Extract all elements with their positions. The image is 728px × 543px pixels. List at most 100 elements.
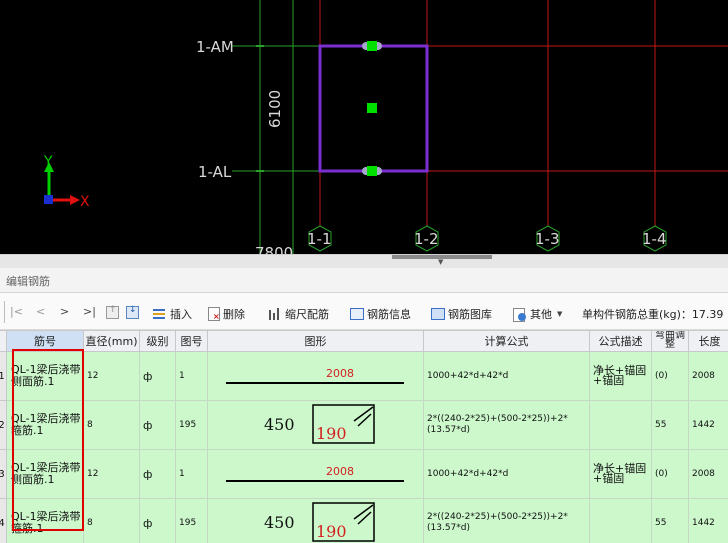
axis-bubble-c4: 1-4 (642, 225, 667, 252)
table-row[interactable]: 1 QL-1梁后浇带侧面筋.1 12 ф 1 2008 1000+42*d+42… (0, 351, 728, 401)
rebar-table: 筋号 直径(mm) 级别 图号 图形 计算公式 公式描述 弯曲调整 长度 1 Q… (0, 330, 728, 543)
cell-desc[interactable]: 净长+锚固+锚固 (589, 351, 652, 401)
cad-drawing-canvas[interactable]: 1-AM 1-AL 6100 7800 1-1 1-2 1-3 1-4 Y X (0, 0, 728, 254)
cell-formula[interactable]: 1000+42*d+42*d (423, 449, 590, 499)
cell-shape[interactable]: 2008 (207, 351, 424, 401)
cell-grade[interactable]: ф (139, 351, 176, 401)
other-label: 其他 (530, 308, 552, 321)
header-desc[interactable]: 公式描述 (589, 330, 652, 352)
highlight-box (12, 349, 84, 531)
delete-icon: × (208, 307, 220, 321)
cell-bend[interactable]: (0) (651, 449, 689, 499)
header-bend-label: 弯曲调整 (655, 331, 685, 350)
cell-shape[interactable]: 2008 (207, 449, 424, 499)
axis-label-am: 1-AM (196, 38, 234, 56)
svg-text:2008: 2008 (326, 367, 354, 380)
cell-shape-no[interactable]: 195 (175, 400, 208, 450)
rebar-library-button[interactable]: 钢筋图库 (431, 306, 492, 322)
cell-grade[interactable]: ф (139, 449, 176, 499)
nav-first-button[interactable]: |< (10, 305, 23, 318)
move-down-button[interactable]: ↓ (126, 305, 142, 319)
other-gear-icon (513, 307, 527, 322)
move-up-button[interactable]: ↑ (106, 305, 122, 319)
rebar-library-label: 钢筋图库 (448, 308, 492, 321)
cell-formula[interactable]: 1000+42*d+42*d (423, 351, 590, 401)
rebar-info-label: 钢筋信息 (367, 308, 411, 321)
other-menu-button[interactable]: 其他 ▼ (513, 306, 562, 322)
cell-shape-no[interactable]: 1 (175, 351, 208, 401)
svg-text:190: 190 (316, 424, 347, 443)
cell-bend[interactable]: 55 (651, 400, 689, 450)
ucs-icon: Y X (43, 154, 90, 210)
insert-label: 插入 (170, 308, 192, 321)
cell-length[interactable]: 2008 (688, 449, 728, 499)
header-shape[interactable]: 图形 (207, 330, 424, 352)
splitter-arrow-icon[interactable]: ▼ (438, 258, 443, 266)
cell-diameter[interactable]: 8 (83, 400, 140, 450)
nav-last-button[interactable]: >| (83, 305, 96, 318)
rebar-grid: 筋号 直径(mm) 级别 图号 图形 计算公式 公式描述 弯曲调整 长度 1 Q… (0, 330, 728, 543)
cell-bend[interactable]: 55 (651, 498, 689, 543)
cell-shape-no[interactable]: 1 (175, 449, 208, 499)
cell-shape[interactable]: 450 190 (207, 498, 424, 543)
cell-bend[interactable]: (0) (651, 351, 689, 401)
svg-text:Y: Y (43, 154, 53, 170)
grip-top (367, 41, 377, 51)
cell-desc[interactable]: 净长+锚固+锚固 (589, 449, 652, 499)
panel-splitter[interactable]: ▼ (0, 254, 728, 269)
header-diameter[interactable]: 直径(mm) (83, 330, 140, 352)
cad-drawing-svg: 1-AM 1-AL 6100 7800 1-1 1-2 1-3 1-4 Y X (43, 0, 728, 254)
stirrup-shape: 450 190 (264, 502, 375, 542)
svg-text:450: 450 (264, 513, 295, 532)
straight-bar-shape: 2008 (226, 367, 404, 384)
nav-prev-button[interactable]: < (36, 305, 45, 318)
cell-diameter[interactable]: 12 (83, 449, 140, 499)
svg-text:190: 190 (316, 522, 347, 541)
axis-bubble-c1: 1-1 (307, 225, 332, 252)
panel-title-bar: 编辑钢筋 (0, 268, 728, 293)
insert-icon (153, 308, 167, 321)
cell-shape-no[interactable]: 195 (175, 498, 208, 543)
total-weight-text: 单构件钢筋总重(kg)：17.39 (582, 308, 724, 321)
header-formula[interactable]: 计算公式 (423, 330, 590, 352)
nav-next-button[interactable]: > (60, 305, 69, 318)
cell-shape[interactable]: 450 190 (207, 400, 424, 450)
rebar-info-button[interactable]: 钢筋信息 (350, 306, 411, 322)
table-row[interactable]: 4 QL-1梁后浇带箍筋.1 8 ф 195 450 190 2*((240-2… (0, 498, 728, 543)
cell-formula[interactable]: 2*((240-2*25)+(500-2*25))+2*(13.57*d) (423, 400, 590, 450)
toolbar-gripper (4, 301, 5, 323)
header-shape-no[interactable]: 图号 (175, 330, 208, 352)
cell-diameter[interactable]: 8 (83, 498, 140, 543)
svg-text:2008: 2008 (326, 465, 354, 478)
table-row[interactable]: 3 QL-1梁后浇带侧面筋.1 12 ф 1 2008 1000+42*d+42… (0, 449, 728, 499)
cell-grade[interactable]: ф (139, 400, 176, 450)
header-grade[interactable]: 级别 (139, 330, 176, 352)
svg-text:450: 450 (264, 415, 295, 434)
cell-length[interactable]: 2008 (688, 351, 728, 401)
svg-text:1-4: 1-4 (642, 230, 667, 248)
delete-label: 删除 (223, 308, 245, 321)
svg-text:1-3: 1-3 (535, 230, 560, 248)
cell-desc[interactable] (589, 498, 652, 543)
scale-rebar-button[interactable]: 缩尺配筋 (268, 306, 329, 322)
svg-text:1-1: 1-1 (307, 230, 332, 248)
delete-button[interactable]: × 删除 (208, 306, 245, 322)
header-length[interactable]: 长度 (688, 330, 728, 352)
table-row[interactable]: 2 QL-1梁后浇带箍筋.1 8 ф 195 450 190 2*((240-2… (0, 400, 728, 450)
table-header-row: 筋号 直径(mm) 级别 图号 图形 计算公式 公式描述 弯曲调整 长度 (0, 330, 728, 352)
grip-bottom (367, 166, 377, 176)
cell-formula[interactable]: 2*((240-2*25)+(500-2*25))+2*(13.57*d) (423, 498, 590, 543)
other-dropdown-icon: ▼ (557, 310, 563, 318)
axis-bubble-c2: 1-2 (414, 225, 439, 252)
cell-grade[interactable]: ф (139, 498, 176, 543)
insert-button[interactable]: 插入 (153, 306, 192, 322)
cell-diameter[interactable]: 12 (83, 351, 140, 401)
svg-text:X: X (80, 194, 90, 210)
dim-text-vertical: 6100 (266, 90, 284, 128)
header-bend[interactable]: 弯曲调整 (651, 330, 689, 352)
scale-rebar-icon (268, 307, 282, 321)
cell-length[interactable]: 1442 (688, 400, 728, 450)
cell-length[interactable]: 1442 (688, 498, 728, 543)
scale-rebar-label: 缩尺配筋 (285, 308, 329, 321)
cell-desc[interactable] (589, 400, 652, 450)
